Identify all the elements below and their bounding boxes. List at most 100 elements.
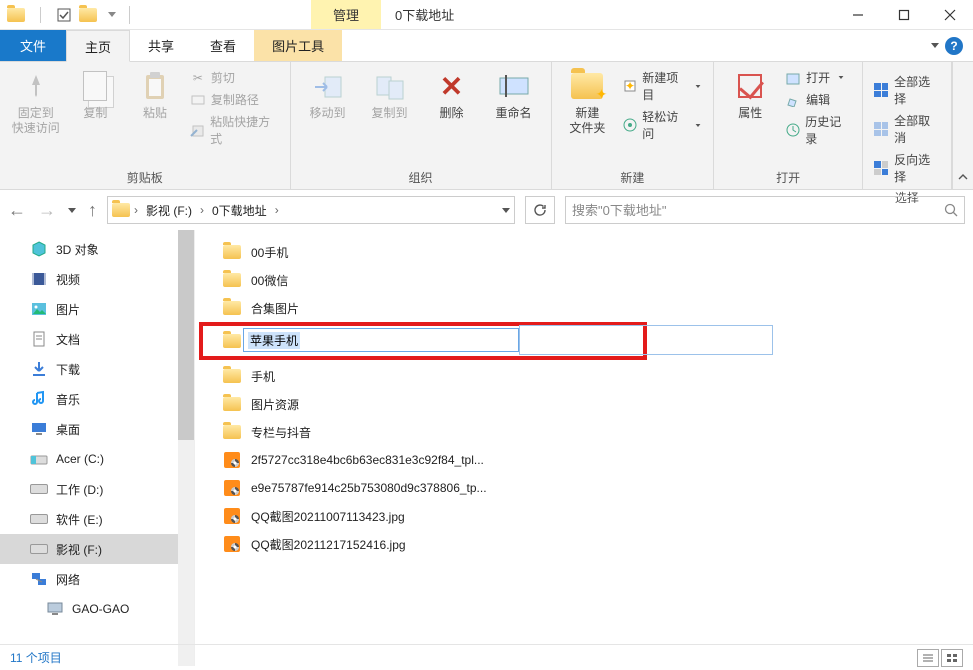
folder-icon[interactable] [6,5,26,25]
file-row[interactable]: 图片资源 [195,390,973,418]
music-icon [30,390,48,408]
help-area: ? [931,30,973,61]
minimize-button[interactable] [835,0,881,30]
open-button[interactable]: 打开 [782,68,854,87]
open-icon [785,70,801,86]
rename-input[interactable]: 苹果手机 [243,328,519,352]
chevron-right-icon[interactable]: › [134,203,138,217]
paste-button[interactable]: 粘贴 [127,66,183,125]
file-row[interactable]: 专栏与抖音 [195,418,973,446]
group-label: 新建 [560,166,706,189]
sidebar-item[interactable]: 音乐 [0,384,194,414]
forward-button[interactable]: → [38,200,56,221]
copy-button[interactable]: 复制 [68,66,124,125]
sidebar-item[interactable]: 网络 [0,564,194,594]
properties-button[interactable]: 属性 [722,66,778,125]
osdrive-icon [30,450,48,468]
search-input[interactable] [572,203,944,218]
rename-button[interactable]: 重命名 [485,66,543,125]
sidebar-item[interactable]: GAO-GAO [0,594,194,624]
edit-button[interactable]: 编辑 [782,90,854,109]
sidebar-item[interactable]: 工作 (D:) [0,474,194,504]
select-none-button[interactable]: 全部取消 [871,111,943,147]
tab-share[interactable]: 共享 [130,30,192,61]
collapse-ribbon-button[interactable] [952,62,973,189]
chevron-right-icon[interactable]: › [275,203,279,217]
folder-icon [223,425,241,439]
status-text: 11 个项目 [10,649,62,666]
chevron-down-icon [696,85,701,88]
copy-to-button[interactable]: 复制到 [361,66,419,125]
file-row[interactable]: 00微信 [195,266,973,294]
ribbon-group-organize: 移动到 复制到 ✕ 删除 重命名 组织 [291,62,552,189]
tab-picture-tools[interactable]: 图片工具 [254,30,342,61]
chevron-down-icon[interactable] [102,5,122,25]
scrollbar-thumb[interactable] [178,230,194,440]
breadcrumb[interactable]: 影视 (F:) [142,202,196,219]
file-row[interactable]: 手机 [195,362,973,390]
sidebar-item[interactable]: 文档 [0,324,194,354]
address-bar[interactable]: › 影视 (F:) › 0下载地址 › [107,196,515,224]
file-row[interactable]: QQ截图20211217152416.jpg [195,530,973,558]
easy-access-icon [622,117,637,133]
cut-button[interactable]: ✂剪切 [187,68,282,87]
move-to-button[interactable]: 移动到 [299,66,357,125]
pin-quickaccess-button[interactable]: 固定到 快速访问 [8,66,64,140]
tab-home[interactable]: 主页 [66,30,130,62]
select-all-button[interactable]: 全部选择 [871,72,943,108]
up-button[interactable]: ↑ [88,200,97,221]
sidebar-item[interactable]: Acer (C:) [0,444,194,474]
quick-access-toolbar [0,0,139,29]
refresh-button[interactable] [525,196,555,224]
file-row-renaming[interactable]: 苹果手机 [195,322,973,362]
recent-locations-button[interactable] [68,208,76,213]
sidebar-item-label: 网络 [56,571,80,588]
folder-icon [223,301,241,315]
search-box[interactable] [565,196,965,224]
chevron-right-icon[interactable]: › [200,203,204,217]
sidebar-item[interactable]: 桌面 [0,414,194,444]
titlebar: 管理 0下载地址 [0,0,973,30]
sidebar-item[interactable]: 3D 对象 [0,234,194,264]
address-dropdown-button[interactable] [502,208,510,213]
window-title: 0下载地址 [381,5,468,24]
file-row[interactable]: e9e75787fe914c25b753080d9c378806_tp... [195,474,973,502]
sidebar-item[interactable]: 下载 [0,354,194,384]
sidebar-item-label: 3D 对象 [56,241,99,258]
new-folder-button[interactable]: ✦ 新建 文件夹 [560,66,616,140]
invert-selection-button[interactable]: 反向选择 [871,150,943,186]
help-icon[interactable]: ? [945,37,963,55]
sidebar-item-label: 下载 [56,361,80,378]
file-row[interactable]: 00手机 [195,238,973,266]
delete-button[interactable]: ✕ 删除 [423,66,481,125]
copy-path-button[interactable]: 复制路径 [187,90,282,109]
checkbox-icon[interactable] [54,5,74,25]
close-button[interactable] [927,0,973,30]
maximize-button[interactable] [881,0,927,30]
file-row[interactable]: QQ截图20211007113423.jpg [195,502,973,530]
chevron-down-icon[interactable] [931,43,939,48]
file-list[interactable]: 00手机00微信合集图片苹果手机手机图片资源专栏与抖音2f5727cc318e4… [195,230,973,666]
paste-shortcut-button[interactable]: 粘贴快捷方式 [187,112,282,148]
easy-access-button[interactable]: 轻松访问 [619,107,705,143]
sidebar-item[interactable]: 软件 (E:) [0,504,194,534]
tab-view[interactable]: 查看 [192,30,254,61]
sidebar-item-label: 文档 [56,331,80,348]
chevron-up-icon [957,171,969,183]
sidebar-item[interactable]: 影视 (F:) [0,534,194,564]
view-details-button[interactable] [917,649,939,667]
drive-icon [30,510,48,528]
sidebar-item[interactable]: 图片 [0,294,194,324]
image-icon [224,452,240,468]
file-row[interactable]: 合集图片 [195,294,973,322]
new-item-button[interactable]: ✦新建项目 [619,68,705,104]
history-button[interactable]: 历史记录 [782,112,854,148]
folder-open-icon[interactable] [78,5,98,25]
sidebar-item[interactable]: 视频 [0,264,194,294]
back-button[interactable]: ← [8,200,26,221]
view-thumbnails-button[interactable] [941,649,963,667]
tab-file[interactable]: 文件 [0,30,66,61]
picture-icon [30,300,48,318]
file-row[interactable]: 2f5727cc318e4bc6b63ec831e3c92f84_tpl... [195,446,973,474]
breadcrumb[interactable]: 0下载地址 [208,202,271,219]
